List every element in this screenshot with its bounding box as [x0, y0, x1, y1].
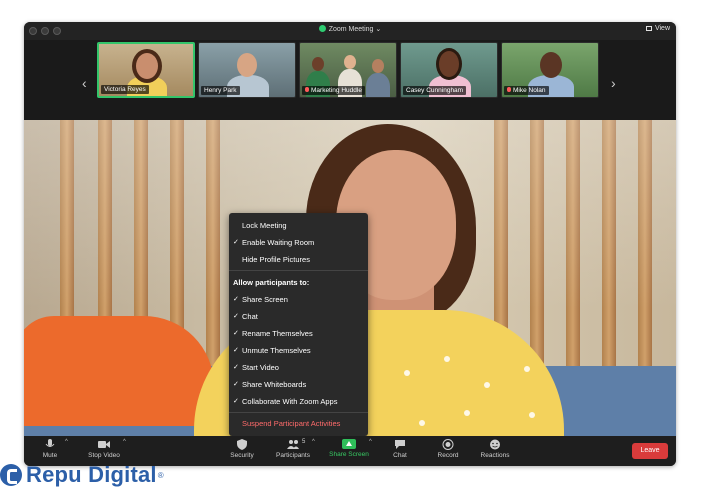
menu-item-label: Chat	[242, 312, 258, 321]
shield-icon	[318, 25, 326, 32]
participant-tile-marketing-huddle[interactable]: Marketing Huddle	[299, 42, 397, 98]
participant-name: Mike Nolan	[504, 86, 549, 95]
mute-label: Mute	[42, 452, 58, 459]
participants-count: 5	[302, 439, 306, 445]
people-icon	[287, 440, 299, 449]
share-screen-icon	[342, 439, 356, 449]
checkmark-icon: ✓	[233, 364, 239, 371]
leave-button[interactable]: Leave	[632, 443, 668, 459]
menu-item-label: Collaborate With Zoom Apps	[242, 397, 338, 406]
checkmark-icon: ✓	[233, 381, 239, 388]
menu-item-unmute-themselves[interactable]: ✓ Unmute Themselves	[229, 343, 368, 359]
checkmark-icon: ✓	[233, 239, 239, 246]
title-bar: Zoom Meeting ⌄ View	[24, 22, 676, 40]
share-screen-label: Share Screen	[329, 451, 369, 458]
participant-name: Victoria Reyes	[101, 85, 149, 94]
stop-video-button[interactable]: Stop Video	[82, 439, 126, 459]
video-camera-icon	[98, 441, 110, 448]
participant-tile-casey-cunningham[interactable]: Casey Cunningham	[400, 42, 498, 98]
security-menu: Lock Meeting ✓ Enable Waiting Room Hide …	[229, 213, 368, 436]
participant-name: Henry Park	[201, 86, 240, 95]
reactions-button[interactable]: Reactions	[476, 439, 514, 459]
menu-divider	[229, 270, 368, 271]
menu-item-enable-waiting-room[interactable]: ✓ Enable Waiting Room	[229, 235, 368, 251]
zoom-window: Zoom Meeting ⌄ View ‹ › Victoria Reyes H…	[24, 22, 676, 466]
checkmark-icon: ✓	[233, 313, 239, 320]
participant-name: Marketing Huddle	[302, 86, 365, 95]
checkmark-icon: ✓	[233, 347, 239, 354]
record-button[interactable]: Record	[432, 439, 464, 459]
menu-item-start-video[interactable]: ✓ Start Video	[229, 360, 368, 376]
participants-button[interactable]: Participants	[271, 439, 315, 459]
menu-item-label: Rename Themselves	[242, 329, 313, 338]
strip-prev-arrow[interactable]: ‹	[82, 76, 87, 90]
menu-section-header: Allow participants to:	[233, 278, 310, 287]
menu-item-collaborate-with-zoom-apps[interactable]: ✓ Collaborate With Zoom Apps	[229, 394, 368, 410]
view-button[interactable]: View	[645, 25, 670, 32]
participant-name: Casey Cunningham	[403, 86, 467, 95]
video-options-caret[interactable]: ^	[123, 439, 126, 445]
menu-item-rename-themselves[interactable]: ✓ Rename Themselves	[229, 326, 368, 342]
menu-item-label: Enable Waiting Room	[242, 238, 315, 247]
security-button[interactable]: Security	[226, 439, 258, 459]
window-title[interactable]: Zoom Meeting ⌄	[24, 25, 676, 33]
checkmark-icon: ✓	[233, 398, 239, 405]
menu-item-label: Suspend Participant Activities	[242, 419, 341, 428]
participant-strip: ‹ › Victoria Reyes Henry Park Marketing …	[24, 40, 676, 120]
menu-item-share-whiteboards[interactable]: ✓ Share Whiteboards	[229, 377, 368, 393]
menu-item-label: Share Whiteboards	[242, 380, 307, 389]
checkmark-icon: ✓	[233, 296, 239, 303]
smiley-icon	[490, 439, 500, 450]
chat-label: Chat	[393, 452, 407, 459]
record-label: Record	[437, 452, 459, 459]
view-label: View	[654, 25, 670, 32]
menu-item-label: Share Screen	[242, 295, 288, 304]
chat-bubble-icon	[395, 440, 405, 449]
brand-registered-mark: ®	[157, 470, 164, 480]
stop-video-label: Stop Video	[88, 452, 120, 459]
chat-button[interactable]: Chat	[388, 439, 412, 459]
menu-item-label: Start Video	[242, 363, 279, 372]
menu-item-lock-meeting[interactable]: Lock Meeting	[229, 218, 368, 234]
participant-tile-henry-park[interactable]: Henry Park	[198, 42, 296, 98]
participant-tile-mike-nolan[interactable]: Mike Nolan	[501, 42, 599, 98]
mute-options-caret[interactable]: ^	[65, 439, 68, 445]
mute-button[interactable]: Mute	[38, 439, 62, 459]
menu-item-chat[interactable]: ✓ Chat	[229, 309, 368, 325]
window-title-text: Zoom Meeting	[328, 26, 374, 33]
grid-icon	[645, 26, 652, 31]
share-screen-button[interactable]: Share Screen	[325, 439, 373, 458]
brand-logo-icon	[0, 464, 22, 486]
checkmark-icon: ✓	[233, 330, 239, 337]
participant-tile-victoria-reyes[interactable]: Victoria Reyes	[97, 42, 195, 98]
microphone-icon	[45, 439, 55, 447]
mic-muted-icon	[305, 87, 309, 92]
security-label: Security	[230, 452, 254, 459]
participants-label: Participants	[276, 452, 310, 459]
brand-watermark: Repu Digital ®	[0, 462, 164, 488]
menu-item-suspend-participant-activities[interactable]: Suspend Participant Activities	[229, 416, 368, 432]
brand-name: Repu Digital	[26, 462, 157, 487]
share-options-caret[interactable]: ^	[369, 439, 372, 445]
shield-icon	[237, 439, 247, 450]
participants-options-caret[interactable]: ^	[312, 439, 315, 445]
menu-item-share-screen[interactable]: ✓ Share Screen	[229, 292, 368, 308]
menu-divider	[229, 412, 368, 413]
chevron-down-icon: ⌄	[375, 26, 382, 33]
record-icon	[442, 439, 454, 450]
mic-muted-icon	[507, 87, 511, 92]
menu-item-label: Unmute Themselves	[242, 346, 311, 355]
menu-item-label: Lock Meeting	[242, 221, 287, 230]
menu-item-hide-profile-pictures[interactable]: Hide Profile Pictures	[229, 252, 368, 268]
menu-item-label: Hide Profile Pictures	[242, 255, 310, 264]
reactions-label: Reactions	[480, 452, 510, 459]
strip-next-arrow[interactable]: ›	[611, 76, 616, 90]
